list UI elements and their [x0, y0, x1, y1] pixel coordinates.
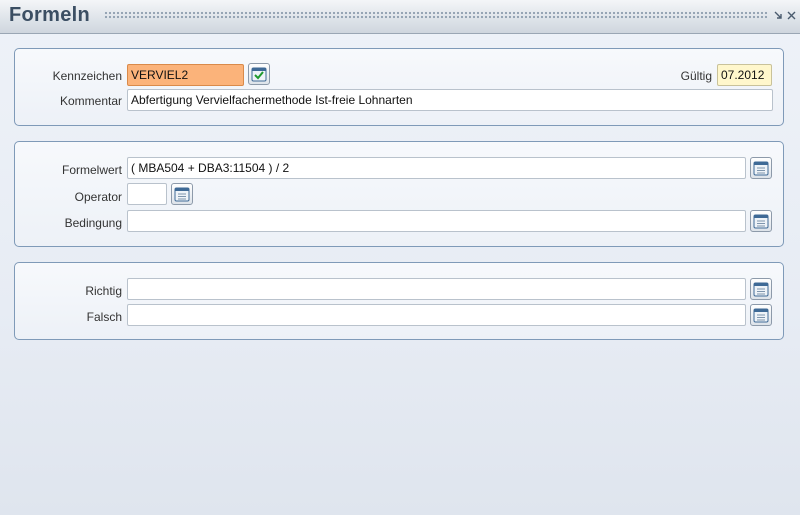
richtig-label: Richtig	[85, 284, 122, 298]
gueltig-field[interactable]: 07.2012	[717, 64, 772, 86]
operator-field[interactable]	[127, 183, 167, 205]
calendar-icon	[753, 308, 769, 323]
close-icon[interactable]	[786, 10, 797, 21]
calendar-icon	[753, 214, 769, 229]
header-panel: Kennzeichen VERVIEL2 Gültig 07.2012 Komm…	[14, 48, 784, 126]
window-title: Formeln	[9, 4, 90, 26]
confirm-button[interactable]	[248, 63, 270, 85]
kommentar-field[interactable]: Abfertigung Vervielfachermethode Ist-fre…	[127, 89, 773, 111]
minimize-icon[interactable]	[773, 10, 784, 21]
bedingung-field[interactable]	[127, 210, 746, 232]
calendar-icon	[753, 282, 769, 297]
result-panel: Richtig Falsch	[14, 262, 784, 340]
formula-panel: Formelwert ( MBA504 + DBA3:11504 ) / 2 O…	[14, 141, 784, 247]
calendar-icon	[174, 187, 190, 202]
falsch-field[interactable]	[127, 304, 746, 326]
kommentar-label: Kommentar	[59, 94, 122, 108]
formelwert-editor-button[interactable]	[750, 157, 772, 179]
check-calendar-icon	[251, 67, 267, 82]
bedingung-label: Bedingung	[64, 216, 122, 230]
kennzeichen-label: Kennzeichen	[52, 69, 122, 83]
formelwert-label: Formelwert	[61, 163, 122, 177]
falsch-label: Falsch	[86, 310, 122, 324]
richtig-editor-button[interactable]	[750, 278, 772, 300]
calendar-icon	[753, 161, 769, 176]
kennzeichen-field[interactable]: VERVIEL2	[127, 64, 244, 86]
falsch-editor-button[interactable]	[750, 304, 772, 326]
operator-label: Operator	[74, 190, 122, 204]
richtig-field[interactable]	[127, 278, 746, 300]
gueltig-label: Gültig	[680, 69, 712, 83]
bedingung-editor-button[interactable]	[750, 210, 772, 232]
operator-picker-button[interactable]	[171, 183, 193, 205]
title-bar: Formeln	[0, 0, 800, 34]
title-bar-grip	[104, 11, 768, 19]
formelwert-field[interactable]: ( MBA504 + DBA3:11504 ) / 2	[127, 157, 746, 179]
formeln-window: Formeln Kennzeichen VERVIEL2 Gültig 07.2…	[0, 0, 800, 515]
